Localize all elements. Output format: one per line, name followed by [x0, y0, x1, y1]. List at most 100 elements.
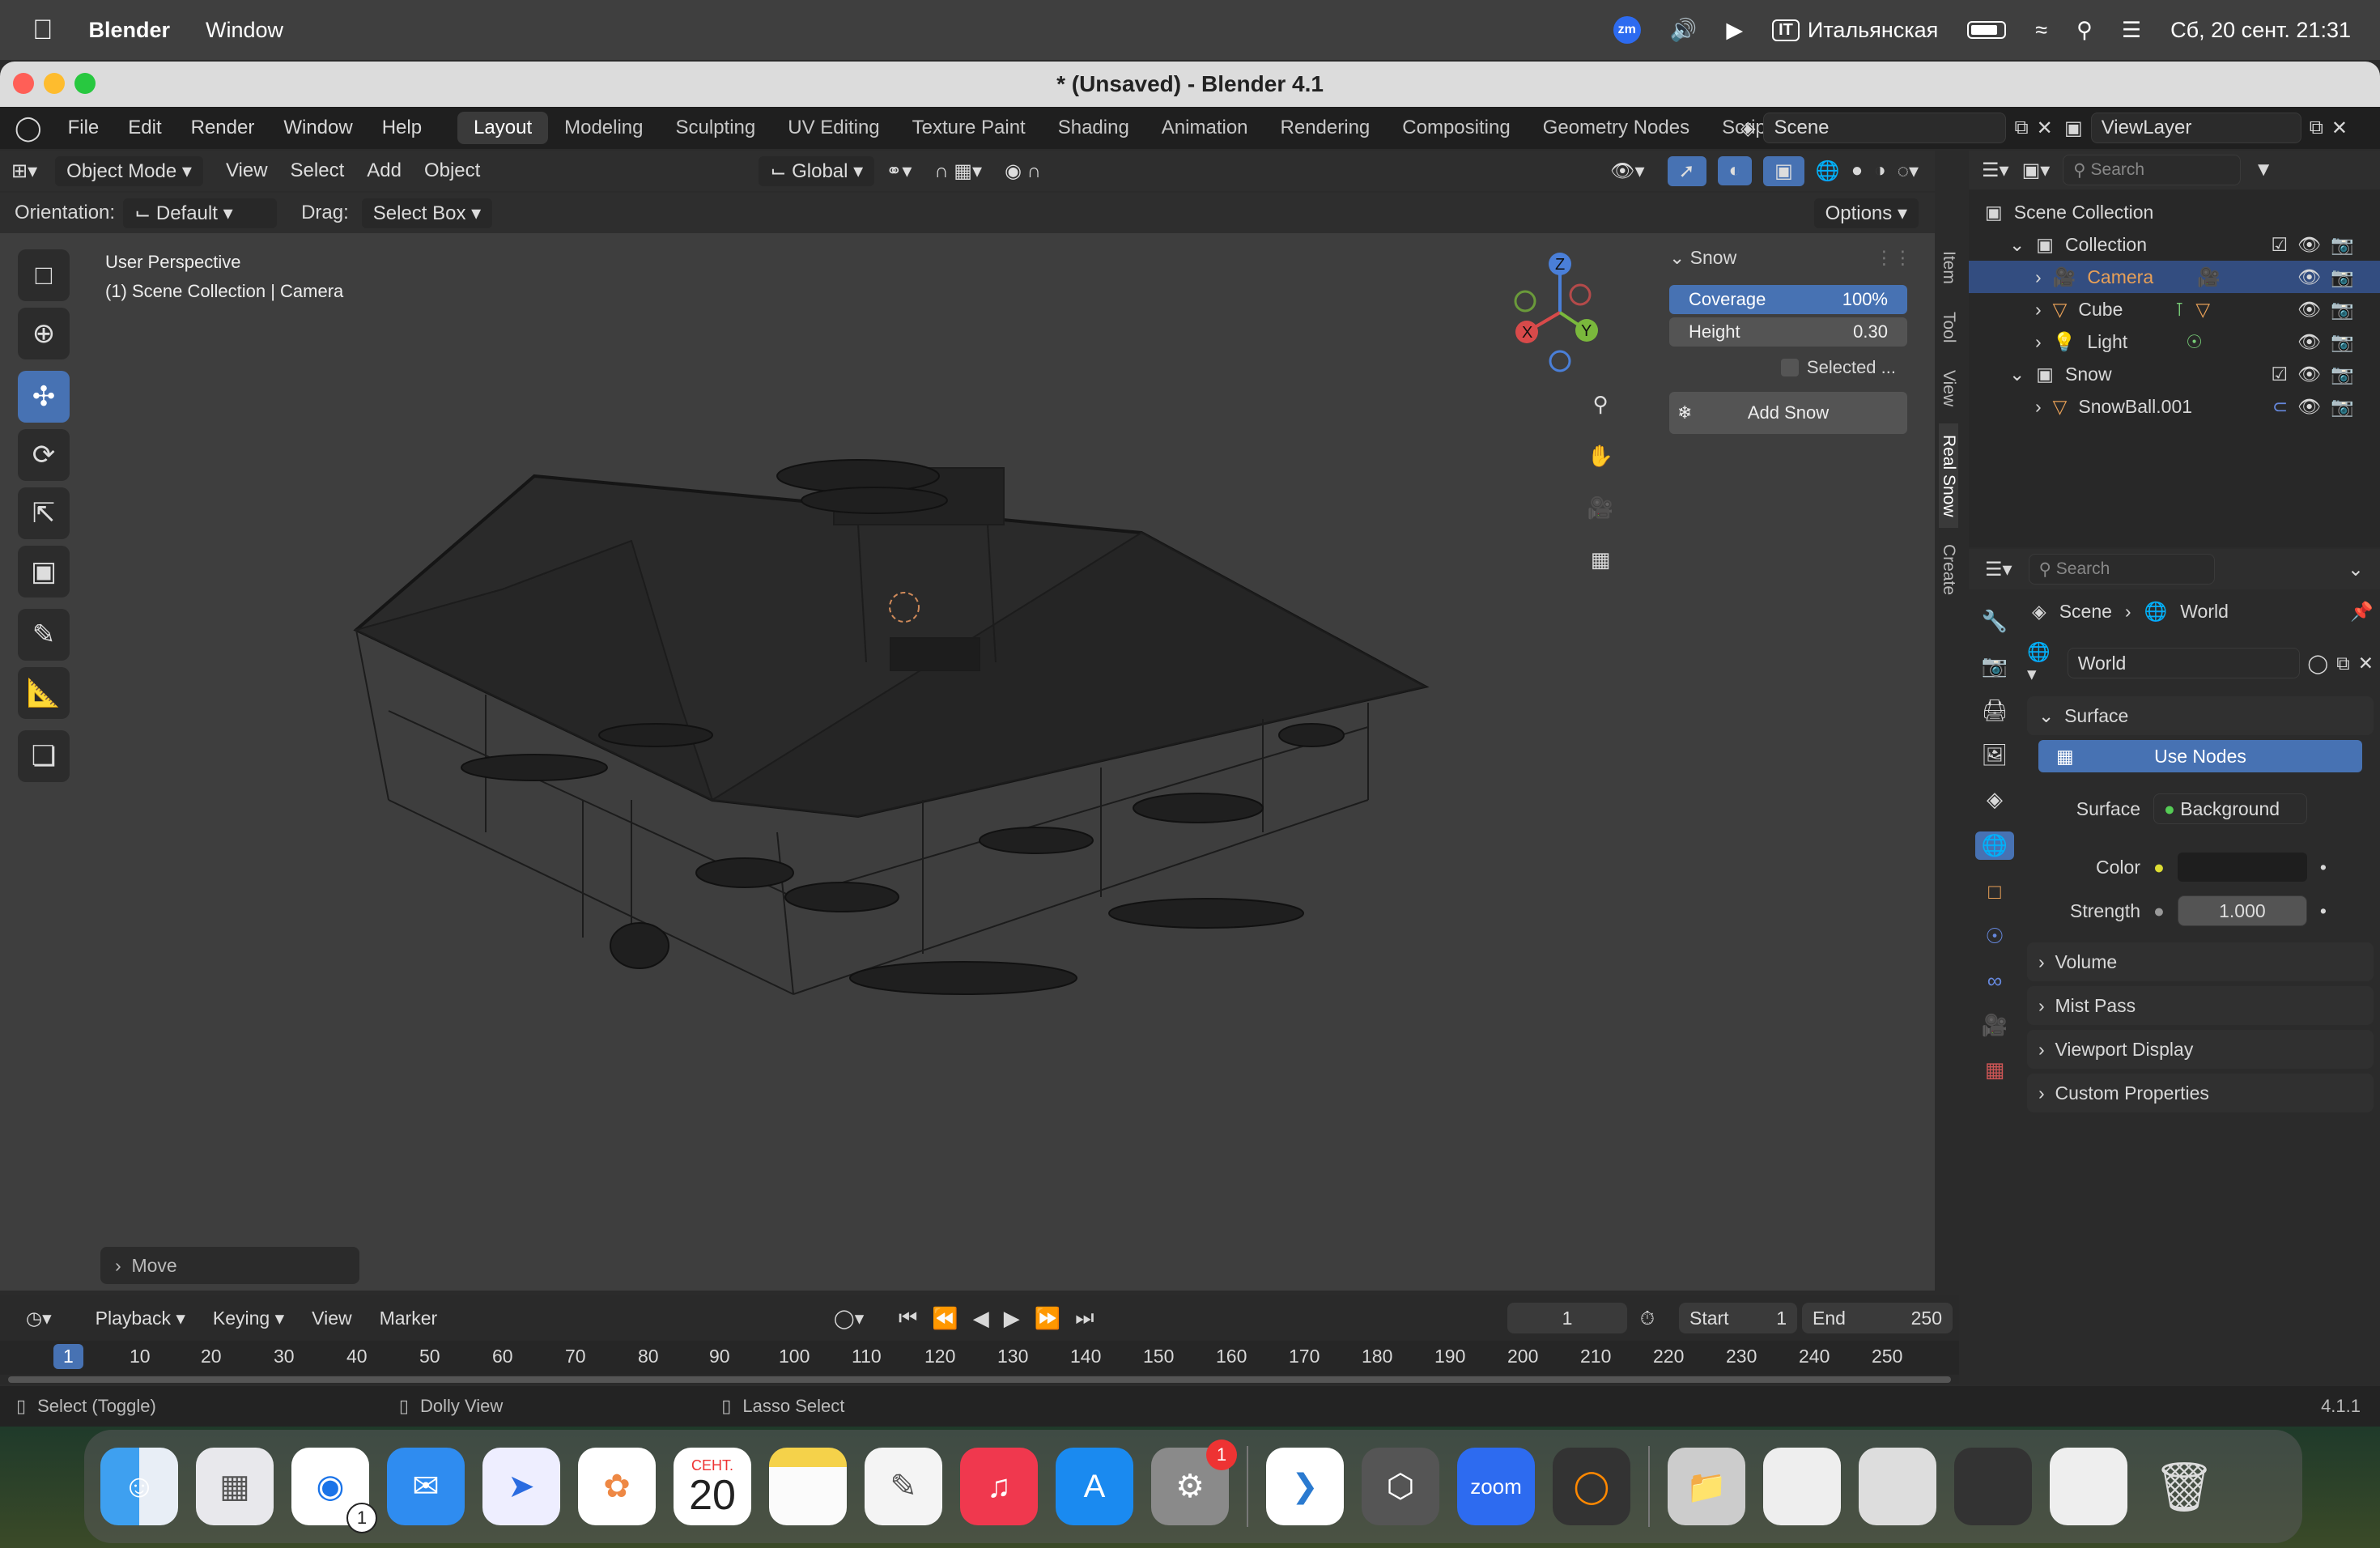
- orientation-dropdown[interactable]: ⌙ Default ▾: [123, 198, 278, 228]
- select-box-tool[interactable]: □: [18, 249, 70, 301]
- timeline-scrollbar[interactable]: [8, 1376, 1951, 1383]
- unity-icon[interactable]: ⬡: [1362, 1448, 1439, 1525]
- chevron-down-icon[interactable]: ⌄: [2348, 558, 2364, 581]
- outliner-row-snow[interactable]: ⌄ ▣ Snow ☑👁📷: [1969, 358, 2380, 390]
- surface-section-header[interactable]: ⌄ Surface: [2027, 696, 2374, 735]
- color-swatch[interactable]: [2177, 853, 2307, 882]
- app-store-icon[interactable]: A: [1056, 1448, 1133, 1525]
- properties-search-input[interactable]: ⚲ Search: [2028, 554, 2215, 585]
- menu-select[interactable]: Select: [279, 156, 356, 185]
- outliner-search-input[interactable]: ⚲ Search: [2063, 155, 2242, 185]
- new-viewlayer-icon[interactable]: ⧉: [2310, 117, 2323, 139]
- outliner-row-collection[interactable]: ⌄ ▣ Collection ☑👁📷: [1969, 228, 2380, 261]
- world-tab-icon[interactable]: 🌐: [1974, 831, 2015, 860]
- surface-shader-field[interactable]: ● Background: [2153, 793, 2307, 824]
- outliner-row-cube[interactable]: › ▽ Cube ⊺ ▽ 👁📷: [1969, 293, 2380, 325]
- pivot-icon[interactable]: ⚭▾: [874, 156, 923, 186]
- mail-icon[interactable]: ✉: [387, 1448, 465, 1525]
- tab-animation[interactable]: Animation: [1145, 112, 1264, 144]
- tab-uv-editing[interactable]: UV Editing: [771, 112, 895, 144]
- xray-toggle-icon[interactable]: ▣: [1763, 155, 1804, 186]
- spotlight-icon[interactable]: ⚲: [2076, 18, 2093, 43]
- camera-render-icon[interactable]: 📷: [2331, 266, 2364, 287]
- physics-tab-icon[interactable]: ☉: [1985, 924, 2004, 949]
- custom-properties-section-header[interactable]: › Custom Properties: [2027, 1074, 2374, 1112]
- selected-checkbox[interactable]: [1780, 359, 1799, 376]
- cursor-tool[interactable]: ⊕: [18, 308, 70, 359]
- calendar-icon[interactable]: СЕНТ. 20: [674, 1448, 751, 1525]
- outliner-row-light[interactable]: › 💡 Light ☉ 👁📷: [1969, 325, 2380, 358]
- outliner-row-snowball[interactable]: › ▽ SnowBall.001 ⊂👁📷: [1969, 390, 2380, 423]
- gizmo-toggle-icon[interactable]: ➚: [1667, 155, 1706, 186]
- unlink-world-icon[interactable]: ✕: [2358, 653, 2374, 674]
- eye-icon[interactable]: 👁: [2297, 234, 2331, 255]
- options-dropdown[interactable]: Options ▾: [1813, 198, 1919, 228]
- chrome-icon[interactable]: ◉ 1: [291, 1448, 377, 1533]
- keyframe-dot-icon[interactable]: •: [2320, 857, 2327, 878]
- menu-window[interactable]: Window: [283, 117, 352, 139]
- tab-compositing[interactable]: Compositing: [1386, 112, 1526, 144]
- viewport-display-section-header[interactable]: › Viewport Display: [2027, 1030, 2374, 1069]
- tab-modeling[interactable]: Modeling: [548, 112, 659, 144]
- zoom-icon[interactable]: ⚲: [1580, 384, 1621, 424]
- camera-render-icon[interactable]: 📷: [2331, 299, 2364, 320]
- tab-sculpting[interactable]: Sculpting: [660, 112, 772, 144]
- eye-icon[interactable]: 👁: [2297, 266, 2331, 287]
- photos-icon[interactable]: ✿: [578, 1448, 656, 1525]
- camera-view-icon[interactable]: 🎥: [1580, 487, 1621, 528]
- menu-object[interactable]: Object: [413, 156, 491, 185]
- wifi-icon[interactable]: ≈: [2035, 18, 2047, 43]
- blender-app-icon[interactable]: ◯: [1553, 1448, 1630, 1525]
- checkbox-icon[interactable]: ☑: [2272, 364, 2298, 385]
- play-icon[interactable]: ▶: [1726, 18, 1743, 43]
- menubar-clock[interactable]: Сб, 20 сент. 21:31: [2170, 18, 2351, 43]
- annotate-tool[interactable]: ✎: [18, 609, 70, 661]
- play-icon[interactable]: ▶: [1004, 1306, 1020, 1331]
- tab-layout[interactable]: Layout: [457, 112, 549, 144]
- tab-shading[interactable]: Shading: [1042, 112, 1145, 144]
- snow-panel-header[interactable]: ⌄ Snow ⋮⋮: [1661, 240, 1912, 275]
- stopwatch-icon[interactable]: ⏱: [1640, 1308, 1655, 1329]
- 3d-viewport[interactable]: User Perspective (1) Scene Collection | …: [0, 233, 1935, 1291]
- finder-icon[interactable]: ☺: [100, 1448, 178, 1525]
- last-operator-panel[interactable]: › Move: [100, 1247, 359, 1284]
- trash-icon[interactable]: 🗑: [2145, 1448, 2223, 1525]
- properties-editor-icon[interactable]: ☰▾: [1985, 558, 2012, 581]
- visibility-icon[interactable]: 👁▾: [1599, 156, 1656, 186]
- end-frame-field[interactable]: End 250: [1802, 1303, 1953, 1333]
- scene-field[interactable]: Scene: [1763, 113, 2007, 143]
- jump-end-icon[interactable]: ⏭: [1075, 1305, 1094, 1331]
- render-tab-icon[interactable]: 📷: [1982, 653, 2008, 678]
- shading-solid-icon[interactable]: ●: [1851, 159, 1864, 182]
- tab-real-snow[interactable]: Real Snow: [1939, 423, 1958, 529]
- menu-view[interactable]: View: [215, 156, 279, 185]
- notes-icon[interactable]: [769, 1448, 847, 1525]
- display-mode-icon[interactable]: ▣▾: [2022, 159, 2051, 182]
- menu-file[interactable]: File: [68, 117, 100, 139]
- constraints-tab-icon[interactable]: ∞: [1987, 968, 2003, 993]
- pan-hand-icon[interactable]: ✋: [1580, 436, 1621, 476]
- shading-rendered-icon[interactable]: ◌▾: [1898, 159, 1919, 183]
- camera-render-icon[interactable]: 📷: [2331, 364, 2364, 385]
- strength-field[interactable]: 1.000: [2177, 895, 2307, 926]
- tab-create[interactable]: Create: [1939, 533, 1958, 606]
- move-tool[interactable]: ✣: [18, 371, 70, 423]
- recent-window-icon[interactable]: [1859, 1448, 1936, 1525]
- menu-render[interactable]: Render: [191, 117, 255, 139]
- menu-edit[interactable]: Edit: [128, 117, 161, 139]
- coverage-slider[interactable]: Coverage 100%: [1669, 285, 1907, 314]
- recent-document-icon[interactable]: [1763, 1448, 1841, 1525]
- delete-scene-icon[interactable]: ✕: [2037, 117, 2053, 140]
- add-snow-button[interactable]: ❄ Add Snow: [1669, 392, 1907, 434]
- camera-render-icon[interactable]: 📷: [2331, 331, 2364, 352]
- current-frame-field[interactable]: 1: [1507, 1303, 1627, 1333]
- close-window-button[interactable]: [13, 73, 34, 94]
- fake-user-icon[interactable]: ◯: [2308, 653, 2329, 674]
- playhead[interactable]: 1: [53, 1344, 83, 1369]
- drag-handle-icon[interactable]: ⋮⋮: [1875, 247, 1912, 269]
- mist-pass-section-header[interactable]: › Mist Pass: [2027, 986, 2374, 1025]
- battery-icon[interactable]: [1967, 21, 2007, 39]
- object-tab-icon[interactable]: □: [1988, 879, 2001, 904]
- eye-icon[interactable]: 👁: [2297, 364, 2331, 385]
- scene-tab-icon[interactable]: ◈: [1987, 787, 2003, 812]
